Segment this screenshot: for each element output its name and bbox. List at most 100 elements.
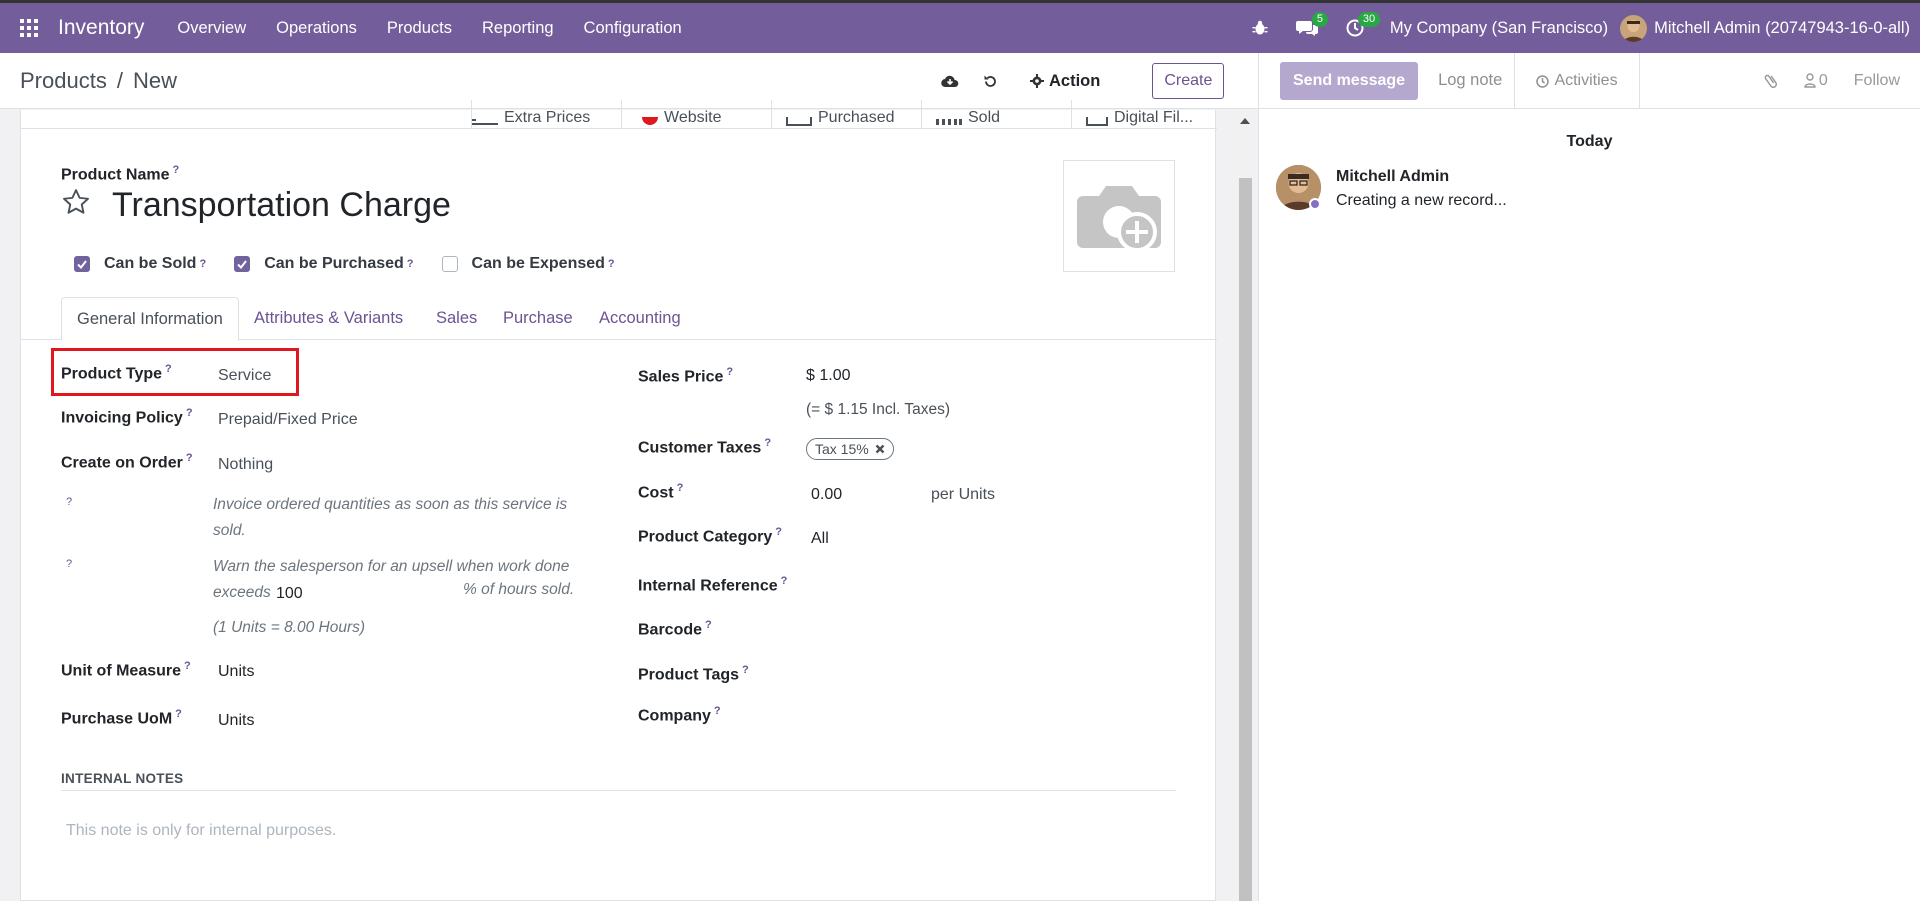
followers-count: 0 [1818, 71, 1828, 89]
product-name-input[interactable]: Transportation Charge [112, 186, 451, 225]
product-category-select[interactable]: All [811, 530, 829, 548]
message-body: Creating a new record... [1336, 192, 1507, 209]
extra-prices-label: Extra Prices [504, 109, 591, 126]
favorite-star-icon[interactable] [61, 187, 91, 222]
cart-icon [786, 117, 812, 126]
breadcrumb: Products / New [0, 68, 177, 94]
cost-unit-text: per Units [931, 486, 996, 503]
message-author[interactable]: Mitchell Admin [1336, 168, 1507, 186]
product-tags-label: Product Tags? [638, 664, 749, 684]
invoicing-policy-select[interactable]: Prepaid/Fixed Price [218, 411, 358, 429]
form-area: Extra Prices Website Purchased Sold Digi… [0, 100, 1258, 901]
sold-label: Sold [968, 109, 1001, 126]
create-on-order-label: Create on Order? [61, 452, 193, 472]
user-name: Mitchell Admin (20747943-16-0-all) [1654, 18, 1910, 37]
apps-menu-icon[interactable] [0, 3, 58, 53]
product-name-label: Product Name? [61, 164, 180, 184]
tax-15-tag[interactable]: Tax 15% [806, 438, 894, 460]
tab-purchase[interactable]: Purchase [488, 297, 588, 340]
can-be-expensed-checkbox[interactable]: Can be Expensed? [441, 255, 615, 273]
user-menu[interactable]: Mitchell Admin (20747943-16-0-all) [1620, 14, 1920, 42]
unit-of-measure-select[interactable]: Units [218, 663, 254, 681]
debug-bug-icon[interactable] [1238, 3, 1282, 53]
activities-button[interactable]: Activities [1514, 53, 1640, 109]
cost-label: Cost? [638, 482, 684, 502]
upsell-exceeds-text: exceeds [213, 584, 271, 601]
list-icon [472, 119, 498, 125]
tab-accounting[interactable]: Accounting [584, 297, 696, 340]
product-type-label: Product Type? [61, 363, 172, 383]
tax-tag-label: Tax 15% [815, 441, 869, 457]
bar-chart-icon [936, 119, 962, 125]
tab-sales[interactable]: Sales [421, 297, 492, 340]
top-navbar: Inventory Overview Operations Products R… [0, 0, 1920, 53]
activities-label: Activities [1554, 72, 1618, 89]
upsell-threshold-input[interactable]: 100 [276, 585, 303, 603]
breadcrumb-products-link[interactable]: Products [20, 68, 107, 94]
invoice-help-text: Invoice ordered quantities as soon as th… [213, 496, 568, 539]
unit-of-measure-label: Unit of Measure? [61, 660, 191, 680]
company-switcher[interactable]: My Company (San Francisco) [1378, 19, 1620, 38]
online-status-dot [1309, 198, 1321, 210]
purchase-uom-select[interactable]: Units [218, 712, 254, 730]
can-be-expensed-label: Can be Expensed [471, 255, 605, 272]
extra-prices-button[interactable]: Extra Prices [471, 100, 621, 129]
log-note-button[interactable]: Log note [1438, 71, 1502, 90]
scroll-up-arrow-icon[interactable] [1240, 118, 1250, 124]
purchased-button[interactable]: Purchased [771, 100, 921, 129]
tab-general-information[interactable]: General Information [61, 297, 239, 341]
discard-undo-icon[interactable] [970, 74, 1010, 89]
activities-clock-icon[interactable]: 30 [1332, 3, 1381, 53]
menu-reporting[interactable]: Reporting [467, 3, 569, 53]
follow-button[interactable]: Follow [1854, 72, 1900, 90]
create-button[interactable]: Create [1152, 63, 1225, 99]
barcode-label: Barcode? [638, 619, 712, 639]
sales-price-label: Sales Price? [638, 366, 734, 386]
can-be-purchased-label: Can be Purchased [264, 255, 404, 272]
product-image-upload[interactable] [1063, 160, 1175, 272]
digital-files-button[interactable]: Digital Fil... [1071, 100, 1217, 129]
scrollbar-thumb[interactable] [1239, 178, 1252, 901]
action-label: Action [1049, 71, 1101, 90]
menu-products[interactable]: Products [372, 3, 467, 53]
messages-count-badge: 5 [1311, 12, 1328, 27]
invoicing-policy-label: Invoicing Policy? [61, 407, 193, 427]
can-be-sold-checkbox[interactable]: Can be Sold? [74, 255, 206, 273]
followers-button[interactable]: 0 [1804, 72, 1828, 90]
menu-configuration[interactable]: Configuration [569, 3, 697, 53]
menu-operations[interactable]: Operations [261, 3, 372, 53]
help-question-mark: ? [66, 496, 73, 508]
sold-button[interactable]: Sold [921, 100, 1071, 129]
can-be-purchased-checkbox[interactable]: Can be Purchased? [234, 255, 414, 273]
tab-attributes-variants[interactable]: Attributes & Variants [239, 297, 418, 340]
product-type-select[interactable]: Service [218, 367, 271, 385]
internal-reference-label: Internal Reference? [638, 575, 788, 595]
action-menu-button[interactable]: Action [1030, 72, 1100, 91]
chatter-topbar: Send message Log note Activities 0 Follo… [1259, 53, 1920, 109]
smart-button-box: Extra Prices Website Purchased Sold Digi… [21, 100, 1217, 129]
website-button[interactable]: Website [621, 100, 771, 129]
user-avatar [1620, 14, 1648, 42]
menu-overview[interactable]: Overview [162, 3, 261, 53]
cost-input[interactable]: 0.00 [811, 486, 842, 504]
internal-notes-editor[interactable]: This note is only for internal purposes. [66, 822, 336, 840]
remove-tag-icon[interactable] [875, 444, 885, 454]
form-tabs: General Information Attributes & Variant… [21, 297, 1217, 341]
upsell-percent-text: % of hours sold. [463, 581, 575, 598]
user-icon [1804, 73, 1816, 88]
app-name[interactable]: Inventory [58, 16, 144, 40]
save-cloud-icon[interactable] [930, 74, 970, 88]
activities-count-badge: 30 [1357, 12, 1381, 27]
sales-price-input[interactable]: $ 1.00 [806, 367, 850, 385]
paperclip-icon[interactable] [1764, 72, 1778, 90]
create-on-order-select[interactable]: Nothing [218, 456, 273, 474]
clock-icon [1536, 74, 1550, 88]
messages-icon[interactable]: 5 [1282, 3, 1332, 53]
date-separator: Today [1566, 133, 1613, 150]
author-avatar[interactable] [1276, 165, 1321, 210]
form-scrollbar[interactable] [1237, 110, 1254, 901]
send-message-button[interactable]: Send message [1280, 61, 1419, 100]
incl-taxes-text: (= $ 1.15 Incl. Taxes) [806, 401, 951, 418]
purchased-label: Purchased [818, 109, 895, 126]
chatter-message: Mitchell Admin Creating a new record... [1276, 165, 1920, 210]
